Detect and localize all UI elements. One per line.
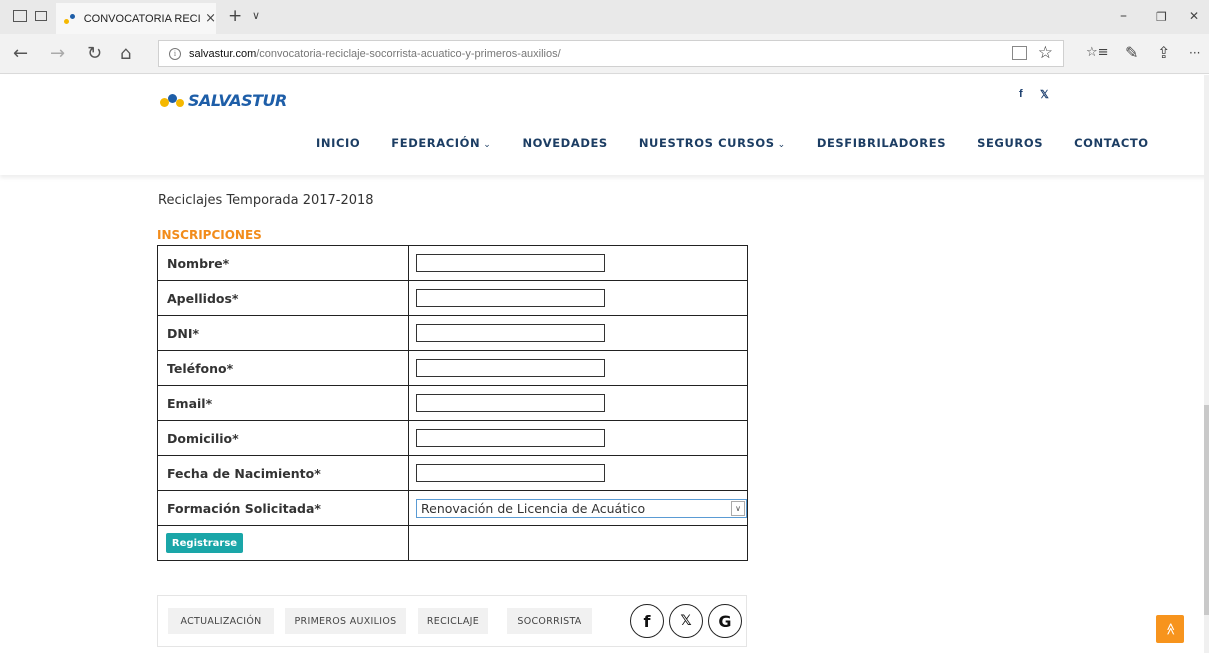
new-tab-icon[interactable]: +: [228, 6, 242, 26]
scroll-to-top-button[interactable]: ≫: [1156, 615, 1184, 643]
form-row-apellidos: Apellidos*: [157, 280, 748, 316]
telefono-input[interactable]: [416, 359, 605, 377]
form-row-domicilio: Domicilio*: [157, 420, 748, 456]
nav-nuestros-cursos-label: NUESTROS CURSOS: [638, 136, 775, 150]
nav-federacion[interactable]: FEDERACIÓN ⌄: [391, 136, 491, 150]
main-nav: INICIO FEDERACIÓN ⌄ NOVEDADES NUESTROS CU…: [316, 136, 1149, 150]
field-label: Nombre*: [157, 245, 409, 281]
favorites-icon[interactable]: ☆≡: [1086, 45, 1109, 60]
site-header: SALVASTUR f 𝕏 INICIO FEDERACIÓN ⌄ NOVEDAD…: [0, 75, 1209, 175]
url-path: /convocatoria-reciclaje-socorrista-acuat…: [256, 47, 561, 60]
restore-icon[interactable]: ❐: [1156, 10, 1167, 24]
home-icon[interactable]: ⌂: [120, 43, 131, 64]
share-icon[interactable]: ⇪: [1157, 43, 1170, 62]
nav-federacion-label: FEDERACIÓN: [391, 136, 481, 150]
tag-actualizacion[interactable]: ACTUALIZACIÓN: [168, 608, 274, 634]
chevron-down-icon: ∨: [731, 500, 745, 516]
field-label: Domicilio*: [157, 420, 409, 456]
nav-inicio[interactable]: INICIO: [316, 136, 360, 150]
tags-share-bar: ACTUALIZACIÓN PRIMEROS AUXILIOS RECICLAJ…: [157, 595, 747, 647]
chevron-down-icon: ⌄: [483, 140, 492, 150]
tab-close-icon[interactable]: ×: [205, 11, 216, 26]
form-row-submit: Registrarse: [157, 525, 748, 561]
tab-preview-icon[interactable]: [13, 10, 27, 22]
form-row-formacion: Formación Solicitada* Renovación de Lice…: [157, 490, 748, 526]
fecha-nacimiento-input[interactable]: [416, 464, 605, 482]
logo-text: SALVASTUR: [188, 91, 287, 110]
refresh-icon[interactable]: ↻: [87, 43, 102, 64]
twitter-icon[interactable]: 𝕏: [1040, 88, 1049, 101]
share-google-icon[interactable]: G: [708, 604, 742, 638]
form-row-telefono: Teléfono*: [157, 350, 748, 386]
tag-socorrista[interactable]: SOCORRISTA: [507, 608, 592, 634]
reading-view-icon[interactable]: [1012, 46, 1027, 60]
double-chevron-up-icon: ≫: [1163, 622, 1177, 636]
nav-desfibriladores-label: DESFIBRILADORES: [816, 136, 947, 150]
close-window-icon[interactable]: ✕: [1189, 9, 1199, 23]
notes-icon[interactable]: ✎: [1125, 43, 1138, 62]
site-logo[interactable]: SALVASTUR: [158, 91, 287, 110]
nav-desfibriladores[interactable]: DESFIBRILADORES: [817, 136, 946, 150]
site-favicon-icon: [64, 13, 76, 24]
site-info-icon[interactable]: i: [169, 47, 181, 60]
share-twitter-icon[interactable]: 𝕏: [669, 604, 703, 638]
field-label: Email*: [157, 385, 409, 421]
address-toolbar: ← → ↻ ⌂ i salvastur.com /convocatoria-re…: [0, 34, 1209, 74]
register-button[interactable]: Registrarse: [166, 533, 243, 553]
nombre-input[interactable]: [416, 254, 605, 272]
tab-title: CONVOCATORIA RECICL: [83, 12, 201, 25]
nav-inicio-label: INICIO: [316, 136, 361, 150]
more-icon[interactable]: ···: [1189, 46, 1200, 60]
form-row-nombre: Nombre*: [157, 245, 748, 281]
field-label: Formación Solicitada*: [157, 490, 409, 526]
tag-reciclaje[interactable]: RECICLAJE: [418, 608, 488, 634]
set-aside-tabs-icon[interactable]: [35, 11, 47, 21]
nav-contacto[interactable]: CONTACTO: [1074, 136, 1149, 150]
page-viewport: SALVASTUR f 𝕏 INICIO FEDERACIÓN ⌄ NOVEDAD…: [0, 75, 1209, 653]
field-label: Teléfono*: [157, 350, 409, 386]
nav-nuestros-cursos[interactable]: NUESTROS CURSOS ⌄: [639, 136, 786, 150]
logo-swimmer-icon: [158, 92, 188, 110]
chevron-down-icon: ⌄: [777, 140, 786, 150]
share-facebook-icon[interactable]: f: [630, 604, 664, 638]
nav-seguros[interactable]: SEGUROS: [977, 136, 1043, 150]
registration-form: Nombre* Apellidos* DNI* Teléfono* Email*…: [157, 245, 748, 561]
form-row-fecha-nacimiento: Fecha de Nacimiento*: [157, 455, 748, 491]
domicilio-input[interactable]: [416, 429, 605, 447]
page-scrollbar-thumb[interactable]: [1204, 405, 1209, 615]
minimize-icon[interactable]: –: [1120, 8, 1127, 24]
favorite-star-icon[interactable]: ☆: [1038, 43, 1053, 63]
back-icon[interactable]: ←: [13, 43, 28, 64]
browser-tab[interactable]: CONVOCATORIA RECICL ×: [56, 3, 216, 34]
field-label: Apellidos*: [157, 280, 409, 316]
address-bar[interactable]: i salvastur.com /convocatoria-reciclaje-…: [158, 40, 1064, 67]
form-row-email: Email*: [157, 385, 748, 421]
season-text: Reciclajes Temporada 2017-2018: [158, 193, 374, 208]
field-label: DNI*: [157, 315, 409, 351]
dni-input[interactable]: [416, 324, 605, 342]
email-input[interactable]: [416, 394, 605, 412]
tag-primeros-auxilios[interactable]: PRIMEROS AUXILIOS: [285, 608, 406, 634]
form-row-dni: DNI*: [157, 315, 748, 351]
apellidos-input[interactable]: [416, 289, 605, 307]
nav-novedades[interactable]: NOVEDADES: [522, 136, 607, 150]
forward-icon[interactable]: →: [50, 43, 65, 64]
nav-seguros-label: SEGUROS: [977, 136, 1044, 150]
formacion-select[interactable]: Renovación de Licencia de Acuático ∨: [416, 498, 747, 518]
nav-novedades-label: NOVEDADES: [522, 136, 608, 150]
formacion-select-value: Renovación de Licencia de Acuático: [421, 500, 646, 516]
field-label: Fecha de Nacimiento*: [157, 455, 409, 491]
browser-tab-bar: CONVOCATORIA RECICL × + ∨ – ❐ ✕: [0, 0, 1209, 34]
url-host: salvastur.com: [189, 47, 257, 60]
nav-contacto-label: CONTACTO: [1074, 136, 1149, 150]
tab-list-chevron-icon[interactable]: ∨: [252, 9, 260, 22]
form-heading: INSCRIPCIONES: [157, 228, 262, 242]
facebook-icon[interactable]: f: [1019, 88, 1023, 100]
